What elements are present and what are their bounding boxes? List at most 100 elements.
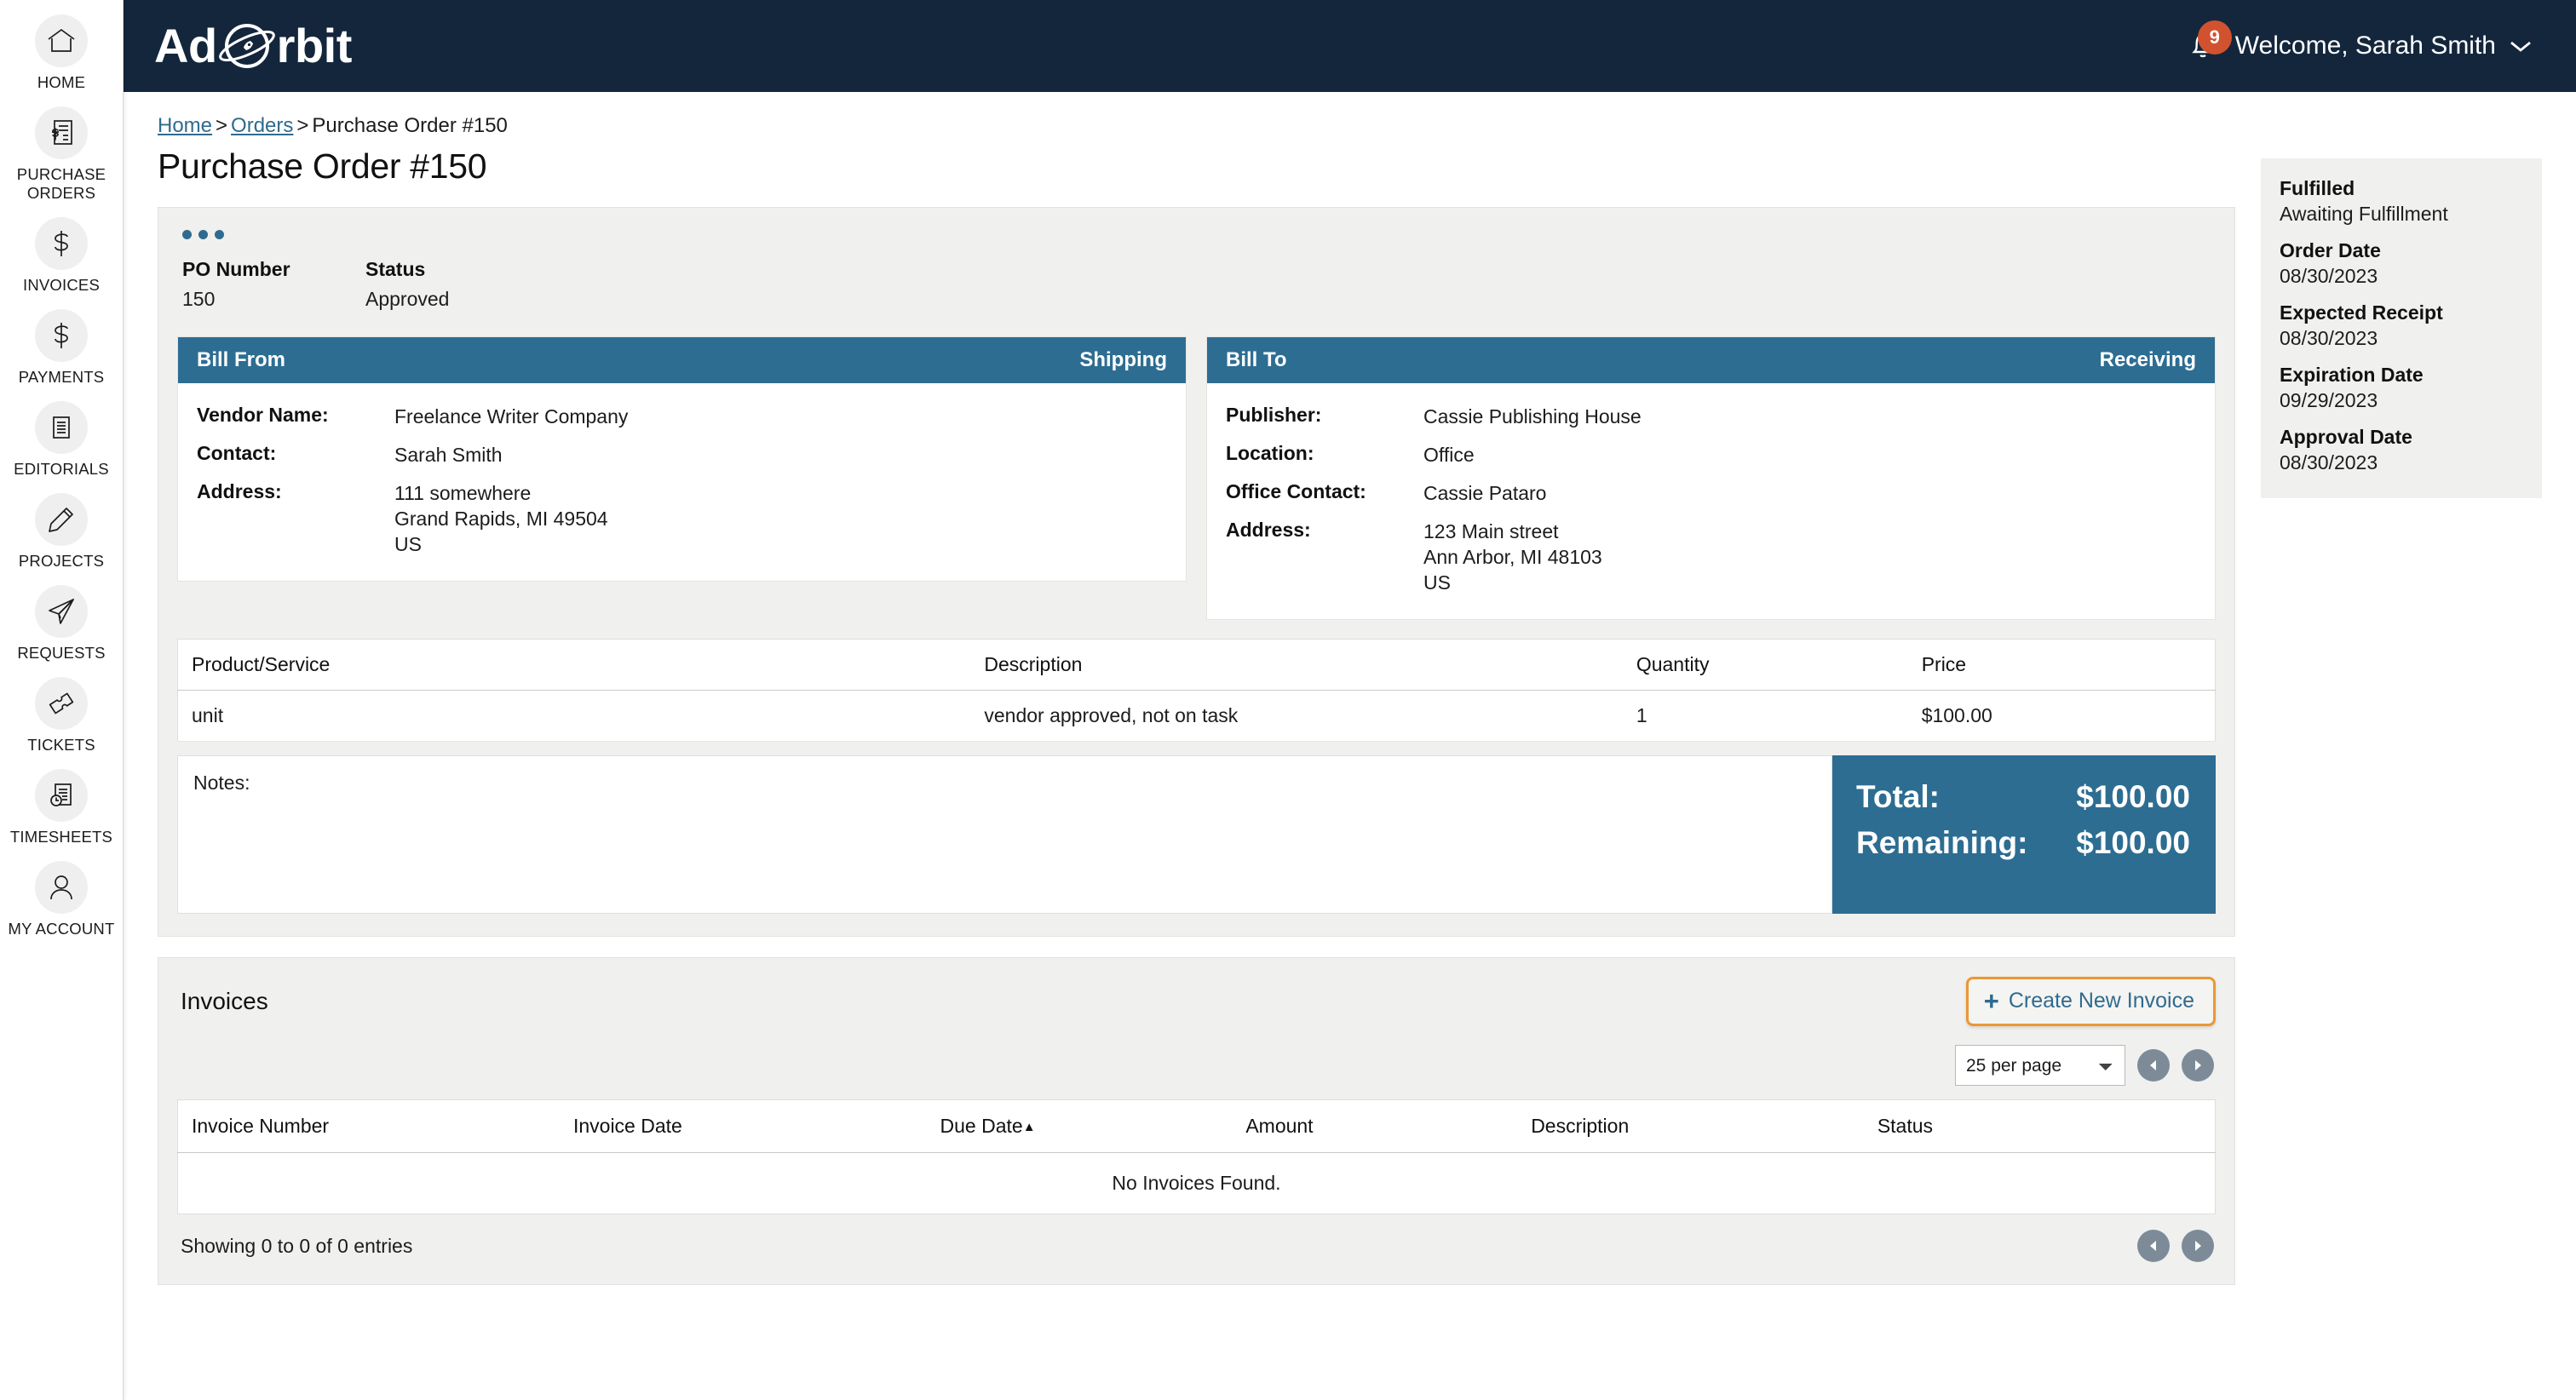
detail-value: Sarah Smith bbox=[394, 444, 503, 466]
brand-logo[interactable]: Ad rbit bbox=[154, 20, 352, 72]
left-sidebar: HOME PURCHASE ORDERS INVOICES PAYMENTS E… bbox=[0, 0, 124, 1400]
sidebar-item-editorials[interactable]: EDITORIALS bbox=[0, 393, 124, 485]
document-lines-icon bbox=[35, 401, 88, 454]
pagination-next-button-footer[interactable] bbox=[2182, 1230, 2214, 1262]
detail-label: Publisher: bbox=[1226, 404, 1322, 426]
dollar-icon bbox=[35, 217, 88, 270]
chevron-right-icon bbox=[2192, 1059, 2204, 1072]
info-block-expected-receipt: Expected Receipt 08/30/2023 bbox=[2280, 301, 2521, 350]
chevron-left-icon bbox=[2148, 1239, 2159, 1253]
order-info-panel: Fulfilled Awaiting Fulfillment Order Dat… bbox=[2261, 158, 2542, 498]
detail-label: Contact: bbox=[197, 442, 277, 464]
sidebar-item-projects[interactable]: PROJECTS bbox=[0, 485, 124, 577]
sidebar-item-my-account[interactable]: MY ACCOUNT bbox=[0, 853, 124, 945]
sidebar-item-label: HOME bbox=[37, 73, 86, 91]
sidebar-item-label: INVOICES bbox=[22, 276, 100, 294]
notes-box: Notes: bbox=[177, 755, 1832, 914]
column-header-status[interactable]: Status bbox=[1868, 1099, 2216, 1153]
detail-row: Publisher: Cassie Publishing House bbox=[1226, 404, 2196, 429]
cell-price: $100.00 bbox=[1909, 690, 2216, 742]
detail-row: Vendor Name: Freelance Writer Company bbox=[197, 404, 1167, 429]
sidebar-item-home[interactable]: HOME bbox=[0, 7, 124, 99]
empty-state-row: No Invoices Found. bbox=[177, 1152, 2216, 1214]
detail-label: Vendor Name: bbox=[197, 404, 329, 426]
purchase-order-card: PO Number 150 Status Approved Bill From bbox=[158, 207, 2235, 937]
paper-plane-icon bbox=[35, 585, 88, 638]
table-row: unit vendor approved, not on task 1 $100… bbox=[177, 690, 2216, 742]
user-menu[interactable]: 9 Welcome, Sarah Smith bbox=[2186, 20, 2542, 66]
bill-from-header: Bill From Shipping bbox=[178, 337, 1186, 383]
detail-label: Address: bbox=[1226, 519, 1311, 541]
detail-row: Address: 123 Main street Ann Arbor, MI 4… bbox=[1226, 519, 2196, 595]
info-block-order-date: Order Date 08/30/2023 bbox=[2280, 239, 2521, 288]
info-value: 08/30/2023 bbox=[2280, 327, 2378, 349]
top-header: Ad rbit 9 Welcome, Sarah Smith bbox=[124, 0, 2576, 92]
sidebar-item-label: REQUESTS bbox=[17, 644, 106, 662]
column-header-description[interactable]: Description bbox=[1522, 1099, 1869, 1153]
breadcrumb-home[interactable]: Home bbox=[158, 114, 212, 137]
column-header-product: Product/Service bbox=[177, 639, 973, 691]
notification-bell[interactable]: 9 bbox=[2186, 20, 2232, 66]
sidebar-item-timesheets[interactable]: TIMESHEETS bbox=[0, 761, 124, 853]
chevron-left-icon bbox=[2148, 1059, 2159, 1072]
sidebar-item-label: EDITORIALS bbox=[14, 460, 109, 478]
breadcrumb-separator: > bbox=[216, 114, 228, 137]
ellipsis-icon[interactable] bbox=[177, 227, 228, 258]
totals-box: Total: $100.00 Remaining: $100.00 bbox=[1832, 755, 2216, 914]
detail-row: Office Contact: Cassie Pataro bbox=[1226, 480, 2196, 506]
info-block-expiration-date: Expiration Date 09/29/2023 bbox=[2280, 364, 2521, 412]
create-new-invoice-button[interactable]: + Create New Invoice bbox=[1965, 977, 2216, 1026]
detail-label: Office Contact: bbox=[1226, 480, 1366, 502]
brand-text-right: rbit bbox=[276, 19, 353, 72]
invoices-header: Invoices + Create New Invoice bbox=[177, 977, 2216, 1026]
line-items-table: Product/Service Description Quantity Pri… bbox=[177, 639, 2216, 742]
sidebar-item-tickets[interactable]: TICKETS bbox=[0, 669, 124, 761]
field-value: 150 bbox=[182, 288, 216, 310]
sidebar-item-payments[interactable]: PAYMENTS bbox=[0, 301, 124, 393]
sidebar-item-requests[interactable]: REQUESTS bbox=[0, 577, 124, 669]
table-header-row: Invoice Number Invoice Date Due Date▲ Am… bbox=[177, 1099, 2216, 1153]
bill-to-body: Publisher: Cassie Publishing House Locat… bbox=[1207, 383, 2215, 619]
bill-from-body: Vendor Name: Freelance Writer Company Co… bbox=[178, 383, 1186, 581]
field-value: Approved bbox=[365, 288, 450, 310]
column-header-invoice-date[interactable]: Invoice Date bbox=[564, 1099, 932, 1153]
sidebar-item-invoices[interactable]: INVOICES bbox=[0, 209, 124, 301]
column-header-invoice-number[interactable]: Invoice Number bbox=[177, 1099, 565, 1153]
info-label: Expiration Date bbox=[2280, 364, 2424, 386]
pagination-prev-button-footer[interactable] bbox=[2137, 1230, 2170, 1262]
breadcrumb-orders[interactable]: Orders bbox=[231, 114, 293, 137]
brand-text-left: Ad bbox=[154, 19, 217, 72]
document-dollar-icon bbox=[35, 106, 88, 159]
main-content: Home > Orders > Purchase Order #150 Purchase… bbox=[158, 114, 2261, 1400]
due-date-label: Due Date bbox=[940, 1115, 1023, 1137]
column-header-due-date[interactable]: Due Date▲ bbox=[931, 1099, 1238, 1153]
footer-pagination bbox=[2137, 1230, 2214, 1262]
content-area: Home > Orders > Purchase Order #150 Purchase… bbox=[124, 92, 2576, 1400]
pagination-next-button[interactable] bbox=[2182, 1049, 2214, 1082]
total-value: $100.00 bbox=[2076, 779, 2190, 814]
bill-from-panel: Bill From Shipping Vendor Name: Freelanc… bbox=[177, 336, 1187, 582]
info-value: 08/30/2023 bbox=[2280, 265, 2378, 287]
panel-tag-shipping: Shipping bbox=[1079, 348, 1167, 371]
column-header-amount[interactable]: Amount bbox=[1237, 1099, 1523, 1153]
pagination-prev-button[interactable] bbox=[2137, 1049, 2170, 1082]
detail-value: 123 Main street Ann Arbor, MI 48103 US bbox=[1423, 520, 1602, 594]
right-sidebar: Fulfilled Awaiting Fulfillment Order Dat… bbox=[2261, 114, 2542, 1400]
detail-row: Location: Office bbox=[1226, 442, 2196, 468]
sidebar-item-purchase-orders[interactable]: PURCHASE ORDERS bbox=[0, 99, 124, 209]
invoices-table: Invoice Number Invoice Date Due Date▲ Am… bbox=[177, 1099, 2216, 1214]
bill-to-header: Bill To Receiving bbox=[1207, 337, 2215, 383]
sidebar-item-label: TIMESHEETS bbox=[9, 828, 113, 846]
chevron-right-icon bbox=[2192, 1239, 2204, 1253]
detail-value: Office bbox=[1423, 444, 1475, 466]
chevron-down-icon[interactable] bbox=[2508, 35, 2533, 57]
total-label: Total: bbox=[1856, 779, 1940, 814]
sidebar-item-label: PROJECTS bbox=[18, 552, 105, 570]
dollar-icon bbox=[35, 309, 88, 362]
column-header-description: Description bbox=[972, 639, 1624, 691]
per-page-select[interactable]: 25 per page 50 per page 100 per page bbox=[1955, 1045, 2125, 1086]
info-value: 09/29/2023 bbox=[2280, 389, 2378, 411]
panel-title: Bill To bbox=[1226, 348, 1287, 371]
info-value: 08/30/2023 bbox=[2280, 451, 2378, 473]
invoices-title: Invoices bbox=[181, 988, 268, 1014]
